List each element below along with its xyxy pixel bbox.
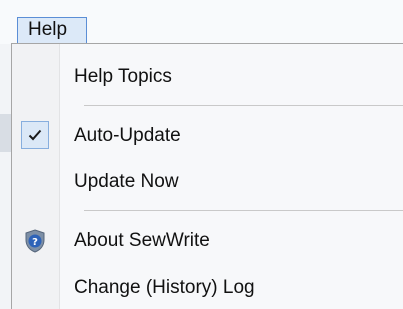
menubar: Help bbox=[0, 0, 403, 44]
menu-item-change-log[interactable]: Change (History) Log bbox=[12, 266, 402, 309]
menu-item-update-now[interactable]: Update Now bbox=[12, 160, 402, 204]
checkmark-icon bbox=[21, 121, 49, 149]
menu-item-label: Help Topics bbox=[74, 66, 172, 87]
help-menu-title[interactable]: Help bbox=[17, 17, 87, 44]
menu-item-label: About SewWrite bbox=[74, 230, 210, 251]
menu-item-auto-update[interactable]: Auto-Update bbox=[12, 114, 402, 158]
menu-separator bbox=[84, 210, 403, 211]
screen: Help Help Topics Auto-Update Update Now bbox=[0, 0, 403, 309]
menu-item-label: Auto-Update bbox=[74, 125, 181, 146]
help-dropdown-menu: Help Topics Auto-Update Update Now ? Abo… bbox=[11, 43, 403, 309]
menu-item-about-sewwrite[interactable]: ? About SewWrite bbox=[12, 219, 402, 263]
help-shield-icon: ? bbox=[25, 229, 45, 253]
svg-text:?: ? bbox=[32, 237, 38, 248]
menu-item-help-topics[interactable]: Help Topics bbox=[12, 55, 402, 99]
menu-item-label: Update Now bbox=[74, 171, 179, 192]
menu-item-label: Change (History) Log bbox=[74, 277, 255, 298]
menu-separator bbox=[84, 105, 403, 106]
